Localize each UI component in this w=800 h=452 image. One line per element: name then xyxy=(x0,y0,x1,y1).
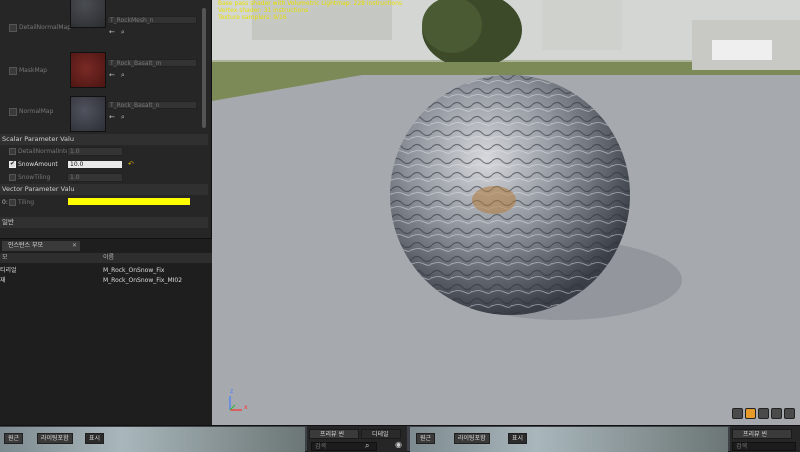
texture-dropdown[interactable]: T_RockMesh_n xyxy=(107,16,197,24)
scalar-param-snow-amount: SnowAmount 10.0 ↶ xyxy=(0,159,205,170)
param-label: NormalMap xyxy=(19,108,54,115)
texture-param-detail-normal: DetailNormalMap T_RockMesh_n ←⌕ xyxy=(0,0,205,44)
texture-tools: ←⌕ xyxy=(109,71,131,80)
param-index: 0: xyxy=(2,199,8,206)
param-value-field[interactable]: 1.0 xyxy=(67,147,123,156)
show-button[interactable]: 표시 xyxy=(85,433,105,444)
preview-scene-panel-right: 프리뷰 씬 검색 xyxy=(730,426,800,452)
search-icon[interactable]: ⌕ xyxy=(121,28,131,36)
lit-button[interactable]: 라이팅포함 xyxy=(37,433,73,444)
tab-details[interactable]: 디테일 xyxy=(361,429,401,439)
preview-plane-icon[interactable] xyxy=(758,408,769,419)
stat-line: Base pass shader with Volumetric Lightma… xyxy=(218,0,403,7)
table-row[interactable]: 티리얼 M_Rock_OnSnow_Fix xyxy=(0,266,212,275)
close-icon[interactable]: ✕ xyxy=(72,241,77,251)
preview-sphere-icon[interactable] xyxy=(745,408,756,419)
param-checkbox[interactable] xyxy=(9,160,16,168)
preview-mesh-icon[interactable] xyxy=(784,408,795,419)
search-icon[interactable]: ⌕ xyxy=(365,441,369,451)
row-type: 재 xyxy=(0,277,6,284)
param-label: SnowTiling xyxy=(18,174,51,181)
param-checkbox[interactable] xyxy=(9,108,17,116)
param-checkbox[interactable] xyxy=(9,174,16,181)
bottom-strip: 원근 라이팅포함 표시 프리뷰 씬 디테일 검색 ⌕ ◉ 원근 라이팅포함 표시… xyxy=(0,425,800,452)
texture-dropdown[interactable]: T_Rock_Basalt_n xyxy=(107,101,197,109)
preview-scene-panel: 프리뷰 씬 디테일 검색 ⌕ ◉ xyxy=(307,426,407,452)
texture-param-normal: NormalMap T_Rock_Basalt_n ←⌕ xyxy=(0,94,205,138)
vector-param-tiling: 0: Tiling xyxy=(0,197,205,208)
search-icon[interactable]: ⌕ xyxy=(121,113,131,121)
vector-params-header[interactable]: Vector Parameter Valu xyxy=(0,184,208,195)
tab-label: 인스턴스 부모 xyxy=(8,242,44,249)
eye-icon[interactable]: ◉ xyxy=(395,440,402,449)
sphere-rust-spot xyxy=(472,186,516,214)
param-checkbox[interactable] xyxy=(9,199,16,206)
row-name: M_Rock_OnSnow_Fix xyxy=(103,267,165,274)
axis-gizmo xyxy=(229,396,242,411)
texture-thumbnail[interactable] xyxy=(70,96,106,132)
arrow-left-icon[interactable]: ← xyxy=(109,28,121,36)
mini-viewport-right[interactable]: 원근 라이팅포함 표시 xyxy=(410,427,728,452)
mini-viewport-left[interactable]: 원근 라이팅포함 표시 xyxy=(0,427,305,452)
texture-thumbnail[interactable] xyxy=(70,52,106,88)
row-type: 티리얼 xyxy=(0,267,17,274)
axis-label-x: x xyxy=(244,404,248,411)
texture-tools: ←⌕ xyxy=(109,113,131,122)
perspective-button[interactable]: 원근 xyxy=(416,433,436,444)
scalar-param-snow-tiling: SnowTiling 1.0 xyxy=(0,172,205,183)
perspective-button[interactable]: 원근 xyxy=(4,433,24,444)
preview-cube-icon[interactable] xyxy=(732,408,743,419)
param-checkbox[interactable] xyxy=(9,24,17,32)
column-header-type[interactable]: 모 xyxy=(2,253,8,263)
arrow-left-icon[interactable]: ← xyxy=(109,113,121,121)
general-header[interactable]: 일반 xyxy=(0,217,208,228)
scalar-params-header[interactable]: Scalar Parameter Valu xyxy=(0,134,208,145)
stat-line: Vertex shader: 31 instructions xyxy=(218,7,309,14)
param-checkbox[interactable] xyxy=(9,67,17,75)
preview-scene xyxy=(212,75,800,425)
texture-tools: ←⌕ xyxy=(109,28,131,37)
color-swatch[interactable] xyxy=(68,198,190,205)
reset-to-default-icon[interactable]: ↶ xyxy=(128,160,134,168)
texture-thumbnail[interactable] xyxy=(70,0,106,28)
param-value-field[interactable]: 10.0 xyxy=(67,160,123,169)
column-header-name[interactable]: 이름 xyxy=(103,253,114,263)
details-panel: DetailNormalMap T_RockMesh_n ←⌕ MaskMap … xyxy=(0,0,212,238)
tab-preview-scene[interactable]: 프리뷰 씬 xyxy=(732,429,792,439)
shader-stats: Base pass shader with Volumetric Lightma… xyxy=(218,0,402,21)
row-name: M_Rock_OnSnow_Fix_MI02 xyxy=(103,277,183,284)
param-label: SnowAmount xyxy=(18,161,58,168)
stat-line: Texture samplers: 9/16 xyxy=(218,14,287,21)
search-input[interactable]: 검색 xyxy=(732,442,796,451)
texture-param-mask: MaskMap T_Rock_Basalt_m ←⌕ xyxy=(0,50,205,94)
show-button[interactable]: 표시 xyxy=(508,433,528,444)
tree-header: 모 이름 xyxy=(0,253,212,263)
instance-parents-panel: 인스턴스 부모 ✕ 모 이름 티리얼 M_Rock_OnSnow_Fix 재 M… xyxy=(0,238,212,425)
details-scrollbar[interactable] xyxy=(202,8,206,128)
param-checkbox[interactable] xyxy=(9,148,16,155)
search-icon[interactable]: ⌕ xyxy=(121,71,131,79)
tab-instance-parents[interactable]: 인스턴스 부모 ✕ xyxy=(2,241,80,251)
material-preview-viewport[interactable]: Base pass shader with Volumetric Lightma… xyxy=(212,0,800,425)
param-value-field[interactable]: 1.0 xyxy=(67,173,123,182)
arrow-left-icon[interactable]: ← xyxy=(109,71,121,79)
lit-button[interactable]: 라이팅포함 xyxy=(454,433,490,444)
axis-label-z: z xyxy=(230,388,234,395)
param-label: DetailNormalMap xyxy=(19,24,72,31)
param-label: DetailNormalInten xyxy=(18,148,73,155)
texture-dropdown[interactable]: T_Rock_Basalt_m xyxy=(107,59,197,67)
preview-cylinder-icon[interactable] xyxy=(771,408,782,419)
table-row[interactable]: 재 M_Rock_OnSnow_Fix_MI02 xyxy=(0,276,212,285)
param-label: Tiling xyxy=(18,199,35,206)
tab-preview-scene[interactable]: 프리뷰 씬 xyxy=(309,429,359,439)
param-label: MaskMap xyxy=(19,67,48,74)
scalar-param-detail-normal-intensity: DetailNormalInten 1.0 xyxy=(0,146,205,157)
